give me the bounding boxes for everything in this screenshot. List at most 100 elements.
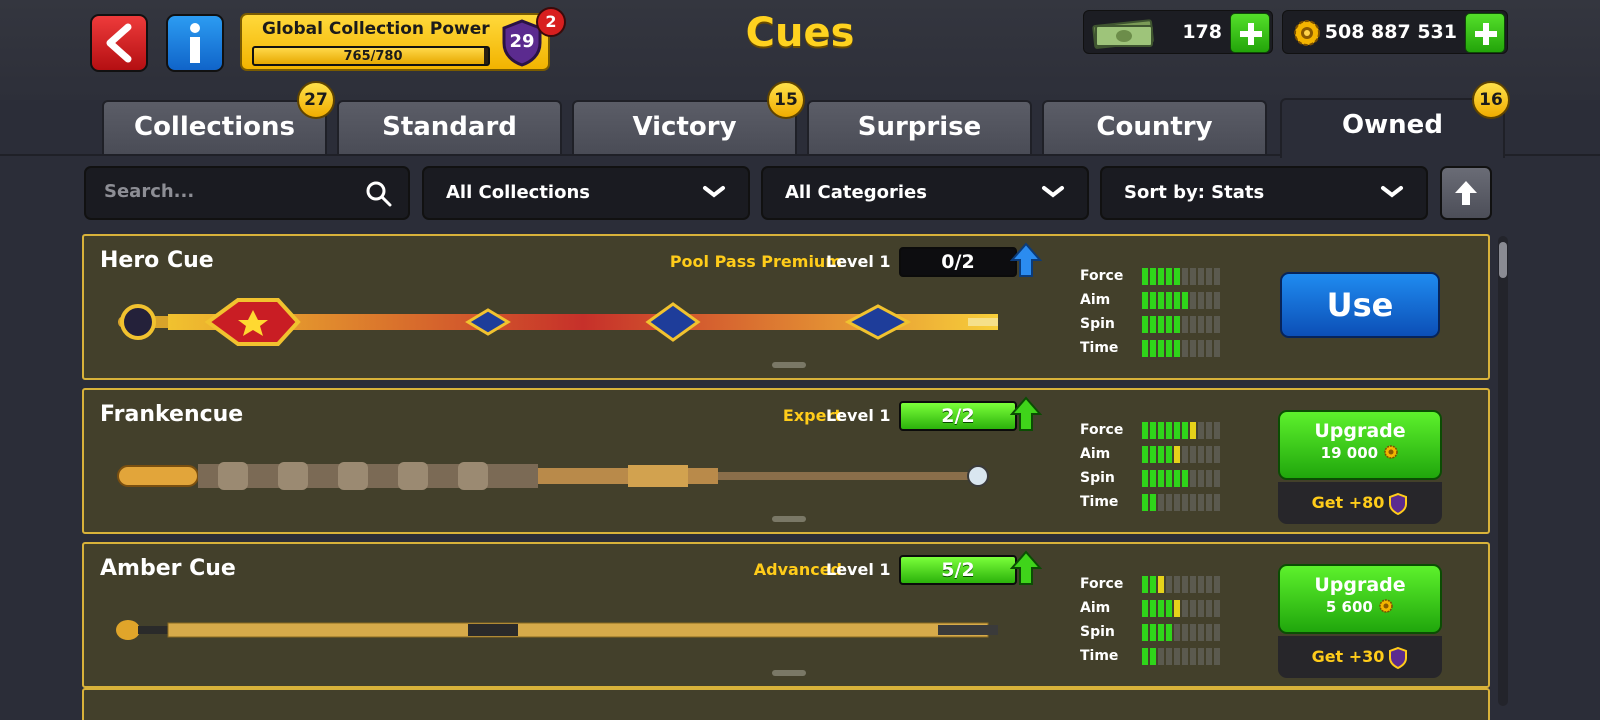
scroll-to-top-button[interactable] — [1440, 166, 1492, 220]
stat-segment — [1142, 445, 1148, 463]
stat-label: Spin — [1080, 624, 1115, 640]
cue-stats: Force Aim Spin Time — [1080, 418, 1220, 514]
tab-country[interactable]: Country — [1042, 100, 1267, 154]
stat-segment — [1142, 575, 1148, 593]
stat-segment — [1214, 647, 1220, 665]
stat-segment — [1190, 291, 1196, 309]
stat-segment — [1190, 421, 1196, 439]
search-icon[interactable] — [366, 181, 392, 207]
tab-surprise[interactable]: Surprise — [807, 100, 1032, 154]
sort-dropdown[interactable]: Sort by: Stats — [1100, 166, 1428, 220]
stat-segment — [1150, 315, 1156, 333]
cue-rarity: Pool Pass Premium — [669, 252, 842, 271]
stat-segment — [1198, 599, 1204, 617]
stat-label: Force — [1080, 422, 1124, 438]
expand-handle[interactable] — [772, 516, 806, 522]
upgrade-arrow-icon — [1010, 396, 1042, 431]
expand-handle[interactable] — [772, 670, 806, 676]
stat-segment — [1214, 493, 1220, 511]
stat-segment — [1142, 339, 1148, 357]
coin-icon — [1294, 20, 1320, 46]
stat-segment — [1206, 445, 1212, 463]
upgrade-cost-value: 19 000 — [1320, 444, 1379, 462]
cue-image — [118, 298, 998, 346]
upgrade-cost-value: 5 600 — [1325, 598, 1373, 616]
global-collection-power-panel[interactable]: Global Collection Power 765/780 29 — [240, 13, 550, 71]
stat-segment — [1214, 623, 1220, 641]
upgrade-label: Upgrade — [1314, 574, 1406, 596]
stat-segment — [1190, 445, 1196, 463]
stat-segment — [1182, 445, 1188, 463]
scrollbar-thumb[interactable] — [1499, 242, 1507, 278]
upgrade-button[interactable]: Upgrade 5 600 — [1278, 564, 1442, 634]
tab-badge-victory: 15 — [767, 81, 805, 119]
upgrade-cost: 5 600 — [1280, 598, 1440, 616]
stat-segment — [1166, 421, 1172, 439]
stat-segment — [1206, 315, 1212, 333]
stat-label: Aim — [1080, 292, 1111, 308]
stat-segment — [1142, 647, 1148, 665]
add-coins-button[interactable] — [1465, 13, 1505, 53]
stat-segment — [1182, 267, 1188, 285]
stat-segment — [1150, 291, 1156, 309]
chevron-down-icon — [703, 186, 725, 198]
stat-segment — [1198, 647, 1204, 665]
category-dropdown-value: All Categories — [785, 182, 927, 203]
stat-segment — [1166, 315, 1172, 333]
stat-segment — [1150, 267, 1156, 285]
expand-handle[interactable] — [772, 362, 806, 368]
stat-segment — [1198, 493, 1204, 511]
stat-segment — [1166, 575, 1172, 593]
cue-card[interactable]: Amber Cue Advanced Level 1 5/2 Force Aim… — [82, 542, 1490, 688]
add-cash-button[interactable] — [1230, 13, 1270, 53]
stat-segment — [1166, 493, 1172, 511]
stat-bar — [1142, 469, 1220, 487]
cue-card-partial[interactable] — [82, 688, 1490, 720]
cue-card[interactable]: Hero Cue Pool Pass Premium Level 1 0/2 F… — [82, 234, 1490, 380]
stat-segment — [1150, 623, 1156, 641]
cue-card[interactable]: Frankencue Expert Level 1 2/2 Force Aim … — [82, 388, 1490, 534]
stat-segment — [1158, 291, 1164, 309]
stat-label: Force — [1080, 268, 1124, 284]
scrollbar[interactable] — [1498, 236, 1508, 706]
stat-segment — [1190, 339, 1196, 357]
collection-power-bonus: Get +30 — [1278, 636, 1442, 678]
stat-segment — [1214, 575, 1220, 593]
stat-segment — [1142, 291, 1148, 309]
use-button[interactable]: Use — [1280, 272, 1440, 338]
stat-segment — [1142, 599, 1148, 617]
search-input[interactable] — [104, 181, 344, 202]
chevron-down-icon — [1042, 186, 1064, 198]
upgrade-button[interactable]: Upgrade 19 000 — [1278, 410, 1442, 480]
stat-segment — [1182, 291, 1188, 309]
cue-progress: 2/2 — [899, 401, 1017, 431]
stat-force: Force — [1080, 418, 1220, 442]
stat-label: Spin — [1080, 470, 1115, 486]
back-arrow-icon — [106, 23, 132, 63]
stat-segment — [1214, 445, 1220, 463]
stat-segment — [1182, 493, 1188, 511]
cue-level: Level 1 — [826, 252, 891, 271]
coin-icon — [1384, 445, 1399, 459]
back-button[interactable] — [90, 14, 148, 72]
stat-segment — [1190, 647, 1196, 665]
stat-segment — [1198, 623, 1204, 641]
stat-segment — [1166, 267, 1172, 285]
tab-victory[interactable]: Victory — [572, 100, 797, 154]
tab-owned[interactable]: Owned — [1280, 98, 1505, 158]
tab-standard[interactable]: Standard — [337, 100, 562, 154]
category-dropdown[interactable]: All Categories — [761, 166, 1089, 220]
gcp-title: Global Collection Power — [262, 19, 490, 39]
tab-collections[interactable]: Collections — [102, 100, 327, 154]
stat-label: Aim — [1080, 446, 1111, 462]
shield-icon — [1389, 646, 1408, 669]
stat-segment — [1206, 469, 1212, 487]
stat-segment — [1182, 469, 1188, 487]
sort-dropdown-value: Sort by: Stats — [1124, 182, 1265, 203]
stat-segment — [1158, 469, 1164, 487]
stat-segment — [1150, 445, 1156, 463]
stat-segment — [1214, 599, 1220, 617]
info-button[interactable] — [166, 14, 224, 72]
info-icon — [190, 23, 200, 63]
collection-dropdown[interactable]: All Collections — [422, 166, 750, 220]
